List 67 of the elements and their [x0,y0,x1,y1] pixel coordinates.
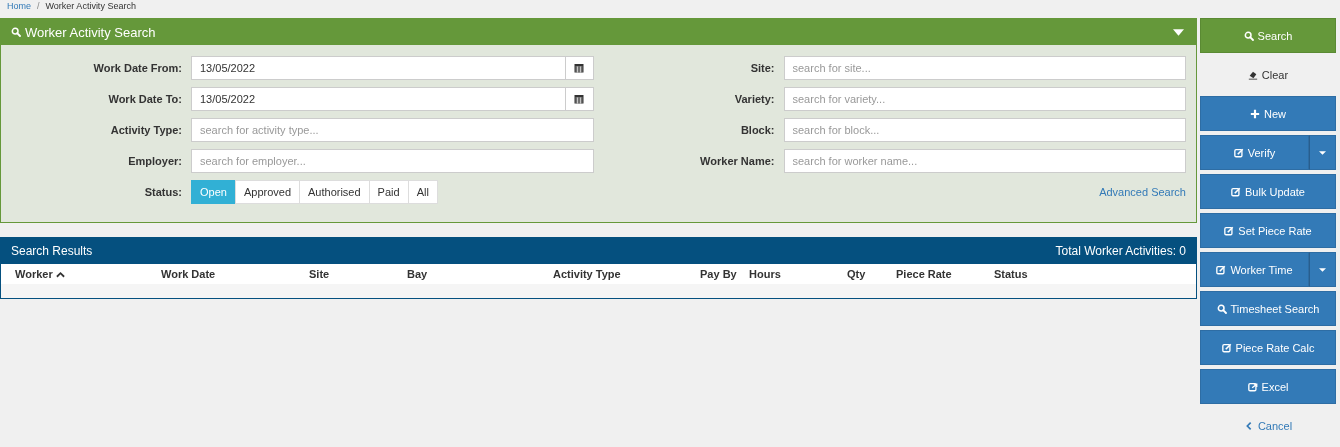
field-label: Worker Name: [699,155,776,167]
calendar-icon [574,63,584,73]
plus-icon [1250,108,1260,119]
column-header[interactable]: Hours [749,268,847,280]
breadcrumb-link[interactable]: Home [7,0,31,12]
action-button[interactable]: New [1200,96,1336,131]
column-header[interactable]: Site [309,268,407,280]
field-label: Block: [739,124,776,136]
search-field[interactable]: search for worker name... [783,149,1186,173]
field-label: Work Date To: [107,93,183,105]
edit-icon [1216,264,1227,275]
action-button[interactable]: Bulk Update [1200,174,1336,209]
date-field[interactable]: 13/05/2022 [191,87,566,111]
sort-ascending-icon [55,270,65,278]
column-header[interactable]: Qty [847,268,896,280]
edit-icon [1231,186,1242,197]
results-title: Search Results [11,244,93,258]
search-icon [1243,30,1254,41]
column-header[interactable]: Worker [15,268,161,280]
action-button[interactable]: Clear [1200,57,1336,92]
action-button[interactable]: Excel [1200,369,1336,404]
search-field[interactable]: search for activity type... [191,118,594,142]
search-field[interactable]: search for block... [783,118,1186,142]
results-total: Total Worker Activities: 0 [1055,244,1186,258]
calendar-icon [574,94,584,104]
column-header[interactable]: Status [994,268,1196,280]
edit-icon [1224,225,1235,236]
search-field[interactable]: search for site... [783,56,1186,80]
eraser-icon [1247,69,1258,80]
date-field[interactable]: 13/05/2022 [191,56,566,80]
column-header[interactable]: Bay [407,268,553,280]
status-toggle[interactable]: Authorised [299,180,370,204]
status-toggle[interactable]: Paid [368,180,409,204]
column-header[interactable]: Pay By [700,268,749,280]
action-button[interactable]: Set Piece Rate [1200,213,1336,248]
search-field[interactable]: search for variety... [783,87,1186,111]
field-label: Status: [143,186,183,198]
edit-icon [1233,147,1244,158]
column-header[interactable]: Work Date [161,268,309,280]
search-icon [1216,303,1227,314]
field-label: Site: [749,62,776,74]
collapse-icon[interactable] [1173,28,1184,36]
field-label: Activity Type: [109,124,183,136]
export-icon [1247,381,1258,392]
calendar-button[interactable] [565,87,594,111]
search-icon [11,27,21,37]
breadcrumb-current: Worker Activity Search [45,0,136,12]
action-button[interactable]: Timesheet Search [1200,291,1336,326]
status-toggle[interactable]: Approved [234,180,300,204]
panel-title: Worker Activity Search [25,24,156,40]
column-header[interactable]: Activity Type [553,268,700,280]
field-label: Work Date From: [92,62,183,74]
caret-icon [1319,150,1326,155]
action-button[interactable]: Piece Rate Calc [1200,330,1336,365]
advanced-search-link[interactable]: Advanced Search [1099,186,1186,198]
action-button[interactable]: Verify [1200,135,1309,170]
caret-icon [1319,267,1326,272]
search-field[interactable]: search for employer... [191,149,594,173]
action-button[interactable]: Worker Time [1200,252,1309,287]
breadcrumb-separator: / [37,0,40,12]
field-label: Variety: [733,93,776,105]
field-label: Employer: [127,155,183,167]
cancel-link[interactable]: Cancel [1200,408,1336,443]
column-header[interactable]: Piece Rate [896,268,994,280]
calendar-button[interactable] [565,56,594,80]
edit-icon [1221,342,1232,353]
status-toggle[interactable]: All [407,180,438,204]
